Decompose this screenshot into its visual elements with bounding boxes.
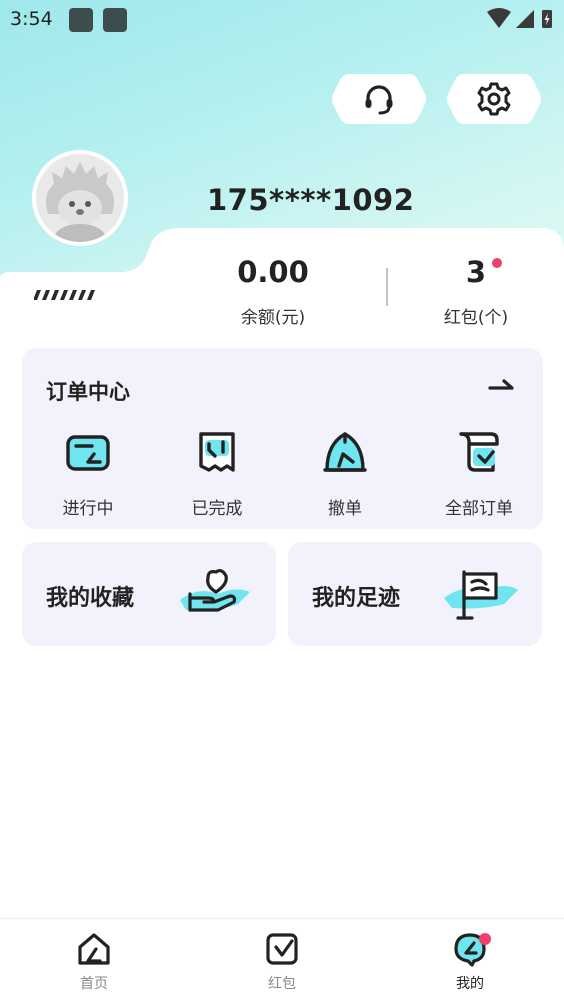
order-all-label: 全部订单: [445, 499, 513, 519]
phone-number: 175****1092: [207, 183, 415, 217]
redpacket-icon: [266, 933, 298, 965]
status-indicators: [486, 8, 556, 34]
redpacket-badge-dot: [492, 258, 502, 268]
redpacket-value: 3: [465, 255, 487, 289]
favorites-label: 我的收藏: [46, 586, 135, 611]
customer-service-button[interactable]: [331, 72, 427, 126]
redpacket-stat[interactable]: 3 红包(个): [416, 255, 536, 328]
order-in-progress[interactable]: 进行中: [33, 428, 143, 519]
flag-icon: [444, 570, 518, 620]
cancel-order-icon: [323, 432, 367, 472]
balance-stat[interactable]: 0.00 余额(元): [213, 255, 333, 328]
gear-icon: [477, 82, 511, 116]
notification-icon: [69, 8, 93, 32]
wifi-icon: [487, 8, 511, 28]
nav-home[interactable]: 首页: [34, 931, 154, 993]
in-progress-icon: [66, 435, 110, 471]
heart-hand-icon: [180, 569, 250, 612]
nav-redpacket[interactable]: 红包: [222, 931, 342, 993]
footprints-tile[interactable]: 我的足迹: [288, 542, 542, 646]
footprints-label: 我的足迹: [312, 586, 401, 611]
order-completed[interactable]: 已完成: [162, 428, 272, 519]
nav-home-label: 首页: [80, 976, 108, 992]
home-icon: [78, 933, 110, 965]
redpacket-label: 红包(个): [443, 308, 509, 328]
status-time: 3:54: [10, 8, 53, 30]
profile-badge-dot: [479, 933, 491, 945]
completed-icon: [199, 432, 235, 472]
status-bar: 3:54: [0, 0, 564, 40]
stat-divider: [386, 268, 388, 306]
headset-icon: [365, 85, 393, 115]
balance-value: 0.00: [237, 255, 309, 289]
order-in-progress-label: 进行中: [62, 499, 114, 519]
order-cancel[interactable]: 撤单: [290, 428, 400, 519]
all-orders-icon: [459, 432, 499, 472]
favorites-tile[interactable]: 我的收藏: [22, 542, 276, 646]
settings-button[interactable]: [446, 72, 542, 126]
order-center-title: 订单中心: [46, 380, 130, 404]
notification-icon: [103, 8, 127, 32]
arrow-right-icon[interactable]: [488, 376, 516, 396]
signal-icon: [516, 10, 534, 28]
bottom-nav: 首页 红包 我的: [0, 918, 564, 1004]
avatar-image: [36, 154, 124, 242]
nav-profile[interactable]: 我的: [410, 931, 530, 993]
nav-profile-label: 我的: [456, 976, 484, 992]
order-center-card: 订单中心 进行中 已完成 撤单 全部订单: [22, 348, 543, 529]
decorative-stripes: [34, 290, 95, 300]
order-all[interactable]: 全部订单: [424, 428, 534, 519]
avatar[interactable]: [32, 150, 128, 246]
order-cancel-label: 撤单: [328, 499, 362, 519]
balance-label: 余额(元): [240, 308, 306, 328]
order-completed-label: 已完成: [191, 499, 243, 519]
nav-redpacket-label: 红包: [268, 976, 296, 992]
